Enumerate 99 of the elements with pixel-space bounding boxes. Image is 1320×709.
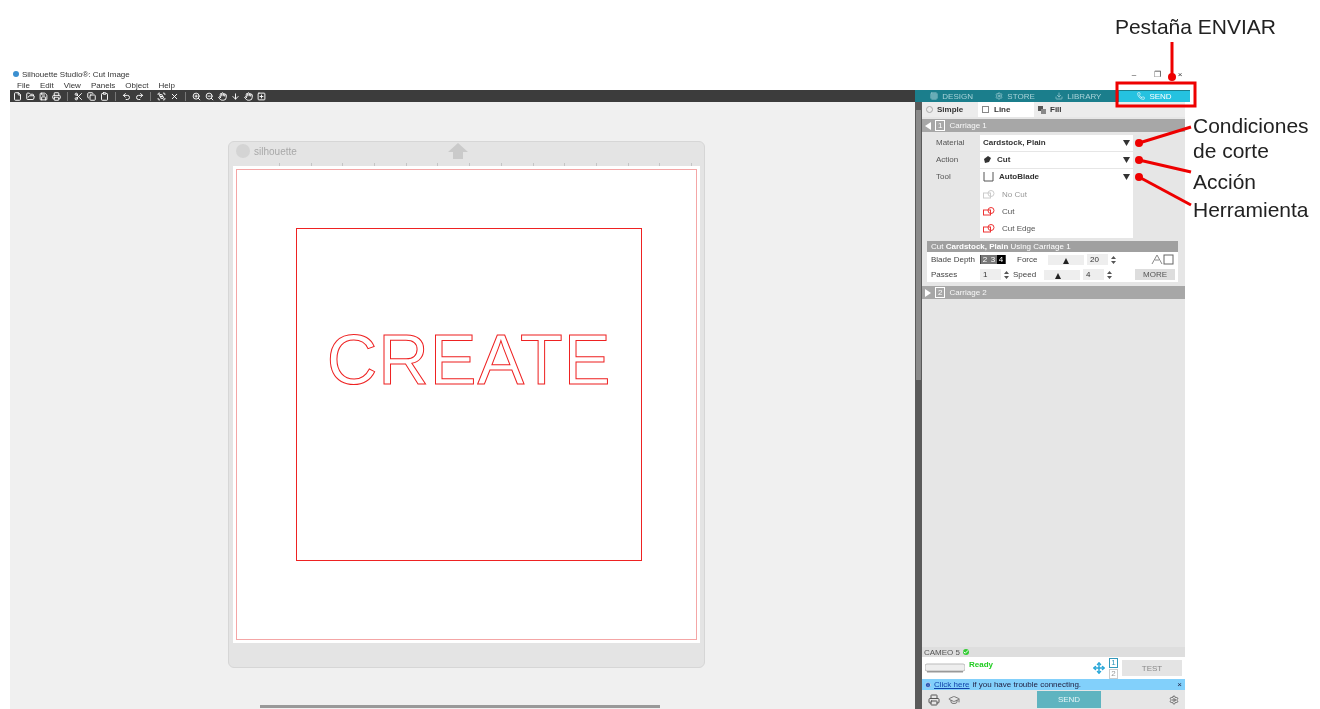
callout-label: Acción xyxy=(1193,169,1258,194)
window-title: Silhouette Studio®: Cut Image xyxy=(22,69,131,79)
setting-label: Force xyxy=(1017,255,1039,264)
setting-label: Tool xyxy=(935,172,952,181)
window-control[interactable]: ❐ xyxy=(1147,69,1167,79)
redo-icon[interactable] xyxy=(135,91,144,101)
callout-label: Pestaña ENVIAR xyxy=(1114,14,1276,39)
printer-icon[interactable] xyxy=(928,693,940,706)
cut-shape-icon xyxy=(983,190,995,199)
setting-label: Blade Depth xyxy=(931,255,977,264)
menu-item[interactable]: File xyxy=(17,80,30,90)
leader-line xyxy=(1135,125,1192,147)
callout-label: Condiciones de corte xyxy=(1193,113,1310,163)
info-text: Click here if you have trouble connecting. xyxy=(934,680,1083,689)
hand-icon[interactable] xyxy=(218,91,227,101)
menu-item[interactable]: Object xyxy=(125,80,149,90)
leader-line xyxy=(1168,42,1176,81)
carriage-number: 1 xyxy=(935,120,946,131)
slider-track[interactable] xyxy=(1048,254,1084,265)
gear-icon xyxy=(995,92,1004,100)
slider-track[interactable] xyxy=(1044,269,1080,280)
depth-digit[interactable]: 2 xyxy=(981,255,989,264)
mode-option[interactable]: Line xyxy=(978,102,1034,117)
undo-icon[interactable] xyxy=(122,91,131,101)
app-logo-icon xyxy=(13,71,19,77)
outline-square-icon xyxy=(982,105,990,114)
phone-icon xyxy=(1137,92,1146,100)
graduation-cap-icon[interactable] xyxy=(948,693,960,706)
blade-holder-icon xyxy=(983,170,994,183)
setting-label: Action xyxy=(935,155,960,164)
triangle-square-icon xyxy=(1151,254,1175,265)
hand-icon[interactable] xyxy=(244,91,253,101)
cut-shape-icon xyxy=(983,207,995,216)
cut-summary: Cut Cardstock, Plain Using Carriage 1 xyxy=(931,242,1071,251)
scrollbar[interactable] xyxy=(915,102,922,709)
zoom-in-icon[interactable] xyxy=(192,91,201,101)
scissors-icon[interactable] xyxy=(74,91,83,101)
carriage-label: Carriage 2 xyxy=(949,288,987,297)
setting-label: Material xyxy=(935,138,966,147)
number-field[interactable]: 4 xyxy=(1083,269,1104,280)
action-option[interactable]: Cut Edge xyxy=(980,220,1133,237)
slider-thumb[interactable] xyxy=(1055,272,1062,279)
dropdown[interactable]: AutoBlade xyxy=(980,168,1133,185)
dropdown[interactable]: Cardstock, Plain xyxy=(980,134,1133,151)
slider-thumb[interactable] xyxy=(1063,257,1069,264)
depth-digit[interactable]: 4 xyxy=(997,255,1005,264)
status-text: Ready xyxy=(969,660,994,669)
outline-text: CREATE xyxy=(326,325,612,395)
spinner-arrows-icon[interactable] xyxy=(1111,254,1116,265)
window-control[interactable]: – xyxy=(1124,69,1144,79)
close-icon[interactable] xyxy=(170,91,179,101)
mode-option[interactable]: Fill xyxy=(1034,102,1090,117)
close-button[interactable]: × xyxy=(1177,680,1182,689)
info-icon xyxy=(925,681,931,688)
caret-icon xyxy=(1123,156,1130,163)
clipboard-icon[interactable] xyxy=(100,91,109,101)
machine-name: CAMEO 5 xyxy=(924,647,960,657)
copy-icon[interactable] xyxy=(87,91,96,101)
printer-icon[interactable] xyxy=(52,91,61,101)
number-field[interactable]: 20 xyxy=(1087,254,1108,265)
action-option[interactable]: Cut xyxy=(980,203,1133,220)
dropdown[interactable]: Cut xyxy=(980,151,1133,168)
menu-item[interactable]: Help xyxy=(158,80,175,90)
move-arrows-icon[interactable] xyxy=(1093,662,1105,674)
caret-icon xyxy=(1123,173,1130,180)
brand-name: silhouette xyxy=(254,145,298,157)
zoom-out-icon[interactable] xyxy=(205,91,214,101)
settings-icon[interactable] xyxy=(1169,694,1179,705)
caret-icon xyxy=(1123,139,1130,146)
more-button[interactable]: MORE xyxy=(1135,269,1175,280)
filled-squares-icon xyxy=(1038,105,1046,114)
spinner-arrows-icon[interactable] xyxy=(1107,269,1112,280)
menu-item[interactable]: Edit xyxy=(39,80,54,90)
mode-option[interactable]: Simple xyxy=(922,102,978,117)
carriage-number: 2 xyxy=(935,287,946,298)
help-link[interactable]: Click here xyxy=(934,680,970,689)
scrollbar[interactable] xyxy=(260,705,660,708)
carriage-label: Carriage 1 xyxy=(949,121,987,130)
tool-slot[interactable]: 1 xyxy=(1109,657,1118,668)
menu-item[interactable]: View xyxy=(63,80,81,90)
group-icon[interactable] xyxy=(157,91,166,101)
setting-label: Passes xyxy=(931,270,959,279)
cut-shape-icon xyxy=(983,224,995,233)
callout-label: Herramienta xyxy=(1193,197,1310,222)
plus-square-icon[interactable] xyxy=(257,91,266,101)
save-icon[interactable] xyxy=(39,91,48,101)
setting-label: Speed xyxy=(1013,270,1038,279)
download-icon xyxy=(1055,92,1064,100)
blade-icon xyxy=(983,155,992,164)
grid-icon xyxy=(930,92,939,100)
spinner-arrows-icon[interactable] xyxy=(1004,269,1009,280)
blade-depth-selector[interactable]: 2 3 4 xyxy=(980,255,1006,264)
new-file-icon[interactable] xyxy=(13,91,22,101)
folder-icon[interactable] xyxy=(26,91,35,101)
down-arrow-icon[interactable] xyxy=(231,91,240,101)
menu-item[interactable]: Panels xyxy=(90,80,116,90)
number-field[interactable]: 1 xyxy=(980,269,1001,280)
depth-digit[interactable]: 3 xyxy=(989,255,997,264)
cutting-machine-drawing xyxy=(925,663,965,673)
